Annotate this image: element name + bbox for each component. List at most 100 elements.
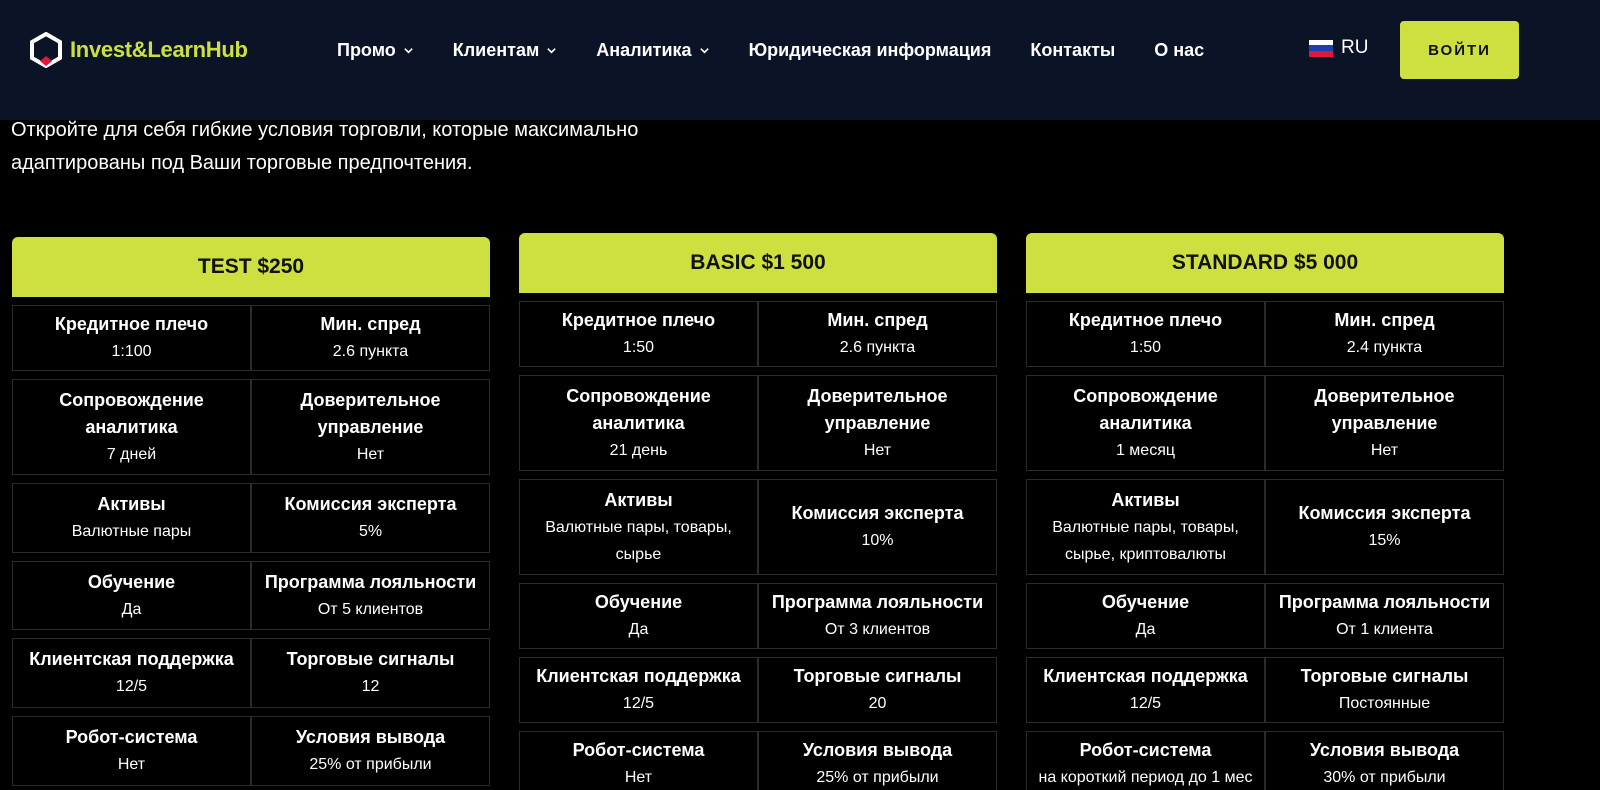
plan-cell: Доверительное управление Нет [758,375,997,471]
cell-title: Доверительное управление [807,385,948,433]
cell-title: Активы [1111,489,1180,510]
cell-value: 1 месяц [1115,441,1176,459]
cell-title: Сопровождение аналитика [59,389,204,437]
cell-value: 21 день [609,441,668,459]
cell-title: Активы [97,494,166,514]
cell-title: Сопровождение аналитика [1073,385,1218,433]
plan-cell: Торговые сигналы 20 [758,657,997,723]
logo-icon [30,32,62,68]
cell-title: Доверительное управление [1314,385,1455,433]
russia-flag-icon [1309,39,1333,57]
cell-value: 2.4 пункта [1346,339,1423,356]
login-button[interactable]: ВОЙТИ [1400,21,1519,79]
plan-cell: Комиссия эксперта 10% [758,479,997,575]
cell-title: Робот-система [1079,740,1212,760]
plan-cell: Доверительное управление Нет [1265,375,1504,471]
nav-item-analytics[interactable]: Аналитика [596,40,709,61]
nav-item-clients[interactable]: Клиентам [453,40,558,61]
cell-value: 1:50 [1129,339,1162,356]
plan-cell: Сопровождение аналитика 21 день [519,375,758,471]
cell-title: Условия вывода [1309,740,1460,760]
cell-value: 20 [868,695,887,712]
cell-value: 12/5 [1129,695,1162,712]
cell-value: 12/5 [115,678,148,695]
plan-cell: Комиссия эксперта 15% [1265,479,1504,575]
nav-item-contacts[interactable]: Контакты [1030,40,1115,61]
cell-title: Комиссия эксперта [1298,503,1471,523]
cell-value: От 1 клиента [1336,621,1433,638]
plan-cell: Кредитное плечо 1:50 [519,301,758,367]
cell-title: Обучение [594,592,683,612]
plan-cell: Активы Валютные пары, товары, сырье, крип… [1026,479,1265,575]
plan-cell: Робот-система Нет [519,731,758,790]
plan-cell: Торговые сигналы Постоянные [1265,657,1504,723]
cell-value: 2.6 пункта [839,339,916,356]
logo[interactable]: Invest&LearnHub [30,32,248,68]
cell-title: Клиентская поддержка [1043,666,1248,686]
cell-title: Кредитное плечо [1068,310,1223,330]
cell-title: Клиентская поддержка [29,649,234,669]
plan-cell: Торговые сигналы 12 [251,638,490,708]
nav-item-label: Юридическая информация [748,39,992,60]
cell-value: Нет [117,756,146,773]
cell-title: Обучение [1101,592,1190,612]
plan-cell: Мин. спред 2.6 пункта [251,305,490,371]
plan-cell: Условия вывода 30% от прибыли [1265,731,1504,790]
plan-cell: Мин. спред 2.4 пункта [1265,301,1504,367]
cell-title: Клиентская поддержка [536,666,741,686]
chevron-down-icon [699,47,709,54]
plan-cell: Робот-система Нет [12,716,251,786]
cell-title: Мин. спред [1334,310,1435,330]
cell-title: Торговые сигналы [286,649,455,669]
plan-cell: Активы Валютные пары [12,483,251,553]
cell-value: Нет [1370,441,1399,459]
main-nav: Промо Клиентам Аналитика Юридическая инф… [337,37,1243,63]
cell-value: 15% [1368,532,1401,549]
cell-value: 1:100 [111,343,152,360]
plan-cell: Клиентская поддержка 12/5 [12,638,251,708]
cell-title: Условия вывода [295,727,446,747]
cell-value: Нет [863,441,892,459]
cell-value: 12/5 [622,695,655,712]
logo-text: Invest&LearnHub [70,37,248,62]
cell-title: Кредитное плечо [54,314,209,334]
plan-cell: Условия вывода 25% от прибыли [251,716,490,786]
cell-value: 25% от прибыли [309,756,432,773]
nav-item-legal[interactable]: Юридическая информация [749,40,992,61]
plan-cell: Комиссия эксперта 5% [251,483,490,553]
cell-value: 2.6 пункта [332,343,409,360]
intro-text: Откройте для себя гибкие условия торговл… [11,114,731,180]
nav-item-label: Контакты [1030,39,1116,60]
nav-item-label: Клиентам [452,39,540,60]
cell-title: Комиссия эксперта [284,494,457,514]
cell-title: Программа лояльности [1278,592,1491,612]
plan-cell: Клиентская поддержка 12/5 [1026,657,1265,723]
language-selector[interactable]: RU [1309,37,1368,59]
cell-value: Нет [624,769,653,786]
cell-value: 7 дней [106,445,157,463]
nav-item-about[interactable]: О нас [1154,40,1204,61]
cell-title: Мин. спред [320,314,421,334]
cell-value: 12 [361,678,380,695]
cell-value: Валютные пары [71,523,192,540]
cell-title: Условия вывода [802,740,953,760]
language-label: RU [1341,37,1369,58]
intro-line: адаптированы под Ваши торговые предпочте… [11,152,473,174]
plan-card-standard: STANDARD $5 000 Кредитное плечо 1:50 Мин.… [1026,233,1504,790]
plan-cell: Сопровождение аналитика 7 дней [12,379,251,475]
plan-cell: Сопровождение аналитика 1 месяц [1026,375,1265,471]
cell-value: Валютные пары, товары, сырье, криптовалю… [1052,518,1239,563]
plan-cell: Программа лояльности От 3 клиентов [758,583,997,649]
plan-cell: Программа лояльности От 1 клиента [1265,583,1504,649]
cell-value: Да [628,621,649,638]
plan-cell: Обучение Да [12,561,251,630]
cell-value: 1:50 [622,339,655,356]
nav-item-promo[interactable]: Промо [337,40,414,61]
cell-value: От 5 клиентов [317,600,424,618]
cell-value: От 3 клиентов [824,621,931,638]
plan-cell: Доверительное управление Нет [251,379,490,475]
cell-title: Программа лояльности [264,571,477,592]
cell-title: Торговые сигналы [793,666,962,686]
cell-value: Валютные пары, товары, сырье [545,518,732,563]
cell-title: Комиссия эксперта [791,503,964,523]
